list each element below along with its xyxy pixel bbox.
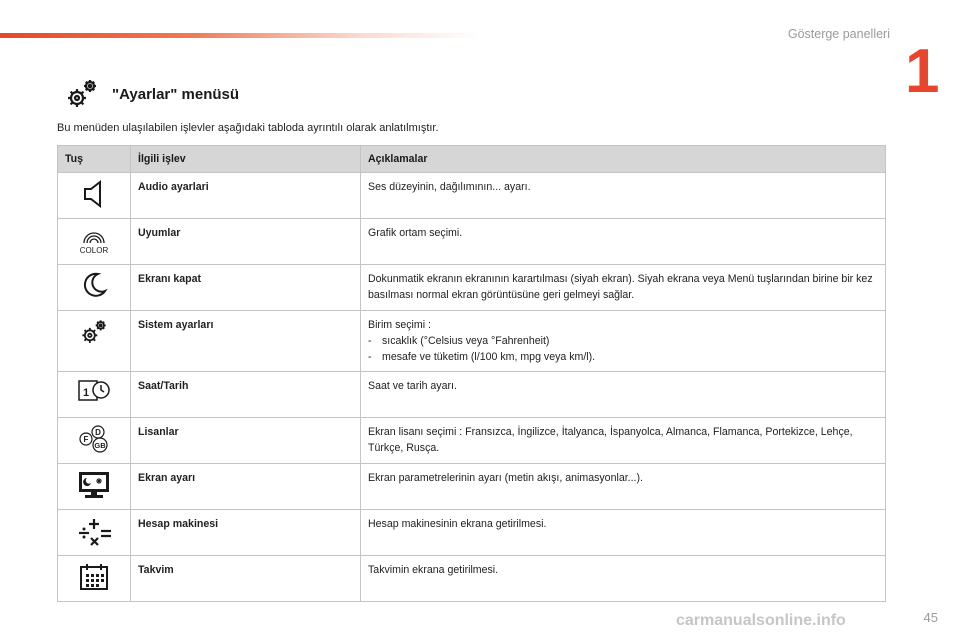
icon-cell: [57, 463, 131, 510]
icon-cell: [57, 310, 131, 372]
table-row: Hesap makinesi Hesap makinesinin ekrana …: [57, 509, 886, 556]
lang-label-f: F: [84, 435, 89, 444]
lang-label-d: D: [95, 428, 101, 437]
table-row: Ekran ayarı Ekran parametrelerinin ayarı…: [57, 463, 886, 510]
table-row: 1 Saat/Tarih Saat ve tarih ayarı.: [57, 371, 886, 418]
calculator-icon: [79, 519, 111, 546]
description-lead: Birim seçimi :: [368, 319, 431, 331]
description: Takvimin ekrana getirilmesi.: [360, 555, 886, 602]
table-row: Takvim Takvimin ekrana getirilmesi.: [57, 555, 886, 602]
description: Birim seçimi : - sıcaklık (°Celsius veya …: [360, 310, 886, 372]
function-name: Lisanlar: [130, 417, 361, 464]
icon-cell: D F GB: [57, 417, 131, 464]
description: Grafik ortam seçimi.: [360, 218, 886, 265]
header-func: İlgili işlev: [130, 145, 361, 173]
header-desc: Açıklamalar: [360, 145, 886, 173]
table-header-row: Tuş İlgili işlev Açıklamalar: [57, 145, 886, 173]
list-item-text: mesafe ve tüketim (l/100 km, mpg veya km…: [382, 351, 596, 363]
header-stripe: [0, 33, 480, 38]
list-item: - sıcaklık (°Celsius veya °Fahrenheit): [368, 335, 550, 347]
table-row: Ekranı kapat Dokunmatik ekranın ekranını…: [57, 264, 886, 311]
icon-cell: [57, 264, 131, 311]
function-name: Takvim: [130, 555, 361, 602]
calendar-day-label: 1: [83, 387, 89, 399]
function-name: Sistem ayarları: [130, 310, 361, 372]
color-icon-label: COLOR: [80, 246, 109, 255]
function-name: Ekranı kapat: [130, 264, 361, 311]
description: Saat ve tarih ayarı.: [360, 371, 886, 418]
clock-calendar-icon: 1: [78, 380, 110, 401]
description: Ekran lisanı seçimi : Fransızca, İngiliz…: [360, 417, 886, 464]
title-row: "Ayarlar" menüsü: [64, 76, 239, 112]
languages-icon: D F GB: [79, 425, 108, 453]
page-title: "Ayarlar" menüsü: [112, 85, 240, 103]
moon-icon: [83, 272, 108, 297]
table-row: Sistem ayarları Birim seçimi : - sıcaklık…: [57, 310, 886, 372]
icon-cell: COLOR: [57, 218, 131, 265]
speaker-icon: [84, 179, 101, 209]
description: Ekran parametrelerinin ayarı (metin akış…: [360, 463, 886, 510]
icon-cell: 1: [57, 371, 131, 418]
chapter-number: 1: [905, 37, 940, 106]
icon-cell: [57, 555, 131, 602]
table-row: Audio ayarlari Ses düzeyinin, dağılımını…: [57, 172, 886, 219]
function-name: Ekran ayarı: [130, 463, 361, 510]
icon-cell: [57, 509, 131, 556]
description: Hesap makinesinin ekrana getirilmesi.: [360, 509, 886, 556]
icon-cell: [57, 172, 131, 219]
description: Dokunmatik ekranın ekranının karartılmas…: [360, 264, 886, 311]
settings-gears-icon: [68, 80, 96, 107]
list-item: - mesafe ve tüketim (l/100 km, mpg veya k…: [368, 351, 596, 363]
description: Ses düzeyinin, dağılımının... ayarı.: [360, 172, 886, 219]
list-item-text: sıcaklık (°Celsius veya °Fahrenheit): [382, 335, 550, 347]
page-number: 45: [923, 610, 938, 625]
watermark: carmanualsonline.info: [676, 612, 846, 629]
function-name: Audio ayarlari: [130, 172, 361, 219]
section-header: Gösterge panelleri: [787, 27, 890, 41]
calendar-icon: [80, 564, 108, 590]
intro-text: Bu menüden ulaşılabilen işlevler aşağıda…: [57, 122, 439, 134]
table-row: D F GB Lisanlar Ekran lisanı seçimi : Fr…: [57, 417, 886, 464]
header-key: Tuş: [57, 145, 131, 173]
table-row: COLOR Uyumlar Grafik ortam seçimi.: [57, 218, 886, 265]
display-settings-icon: [79, 472, 109, 498]
gears-icon: [82, 320, 106, 343]
settings-table: Tuş İlgili işlev Açıklamalar Audio ayarl…: [57, 145, 886, 602]
color-icon: COLOR: [80, 232, 109, 255]
function-name: Hesap makinesi: [130, 509, 361, 556]
lang-label-gb: GB: [94, 441, 106, 450]
function-name: Saat/Tarih: [130, 371, 361, 418]
function-name: Uyumlar: [130, 218, 361, 265]
